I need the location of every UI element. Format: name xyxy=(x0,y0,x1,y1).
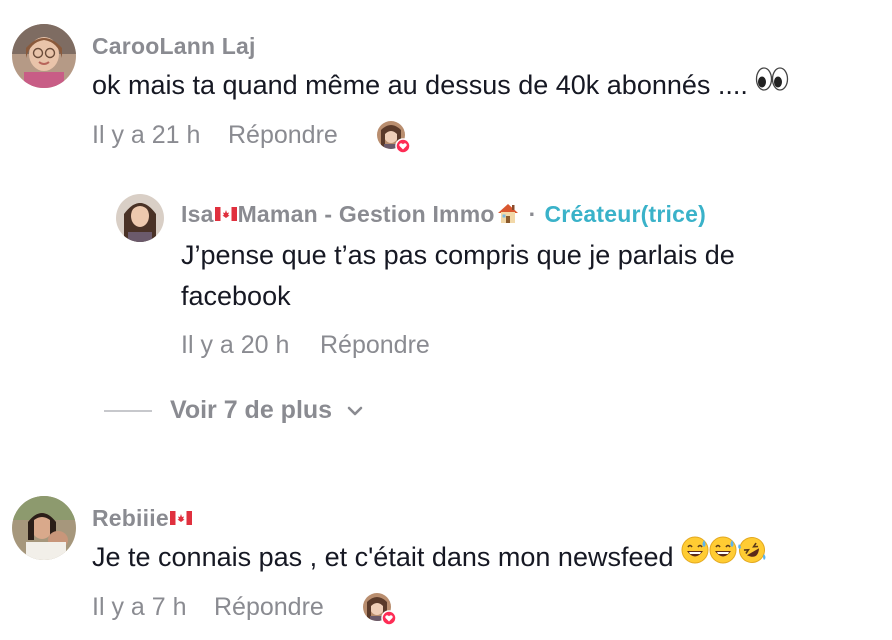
divider-line xyxy=(104,409,152,412)
eyes-emoji-icon xyxy=(755,63,789,104)
canada-flag-icon xyxy=(214,206,237,221)
comment-text: ok mais ta quand même au dessus de 40k a… xyxy=(92,65,789,107)
avatar[interactable] xyxy=(12,24,76,88)
canada-flag-icon xyxy=(169,510,192,525)
timestamp: Il y a 20 h xyxy=(181,331,290,359)
view-more-replies-button[interactable]: Voir 7 de plus xyxy=(104,396,366,425)
rolling-laugh-emoji-icon xyxy=(737,535,767,576)
sweat-smile-emoji-icon xyxy=(681,535,709,576)
comment-text-line2: facebook xyxy=(181,281,291,311)
avatar[interactable] xyxy=(12,496,76,560)
comment-text-line1: J’pense que t’as pas compris que je parl… xyxy=(181,240,735,270)
creator-badge: Créateur(trice) xyxy=(544,201,706,227)
username[interactable]: Rebiiie xyxy=(92,505,193,532)
reply-button[interactable]: Répondre xyxy=(228,121,338,150)
creator-liked-badge xyxy=(362,592,397,626)
house-icon xyxy=(497,203,518,223)
chevron-down-icon xyxy=(347,406,363,415)
timestamp: Il y a 7 h xyxy=(92,593,187,621)
comment-text: Je te connais pas , et c'était dans mon … xyxy=(92,535,767,579)
comment-text-body: Je te connais pas , et c'était dans mon … xyxy=(92,542,674,572)
view-more-label: Voir 7 de plus xyxy=(170,396,333,424)
separator-dot: · xyxy=(528,201,537,227)
reply-button[interactable]: Répondre xyxy=(214,593,324,622)
reply-button[interactable]: Répondre xyxy=(320,331,430,360)
comment-text-body: ok mais ta quand même au dessus de 40k a… xyxy=(92,70,748,100)
username-text: Rebiiie xyxy=(92,505,169,531)
creator-liked-badge xyxy=(376,120,411,154)
username-part1: Isa xyxy=(181,201,214,227)
username-part2: Maman - Gestion Immo xyxy=(237,201,495,227)
sweat-smile-emoji-icon xyxy=(709,535,737,576)
username[interactable]: CarooLann Laj xyxy=(92,33,256,60)
timestamp: Il y a 21 h xyxy=(92,121,201,149)
username[interactable]: Isa Maman - Gestion Immo · Créateur(trice) xyxy=(181,201,706,228)
avatar[interactable] xyxy=(116,194,164,242)
